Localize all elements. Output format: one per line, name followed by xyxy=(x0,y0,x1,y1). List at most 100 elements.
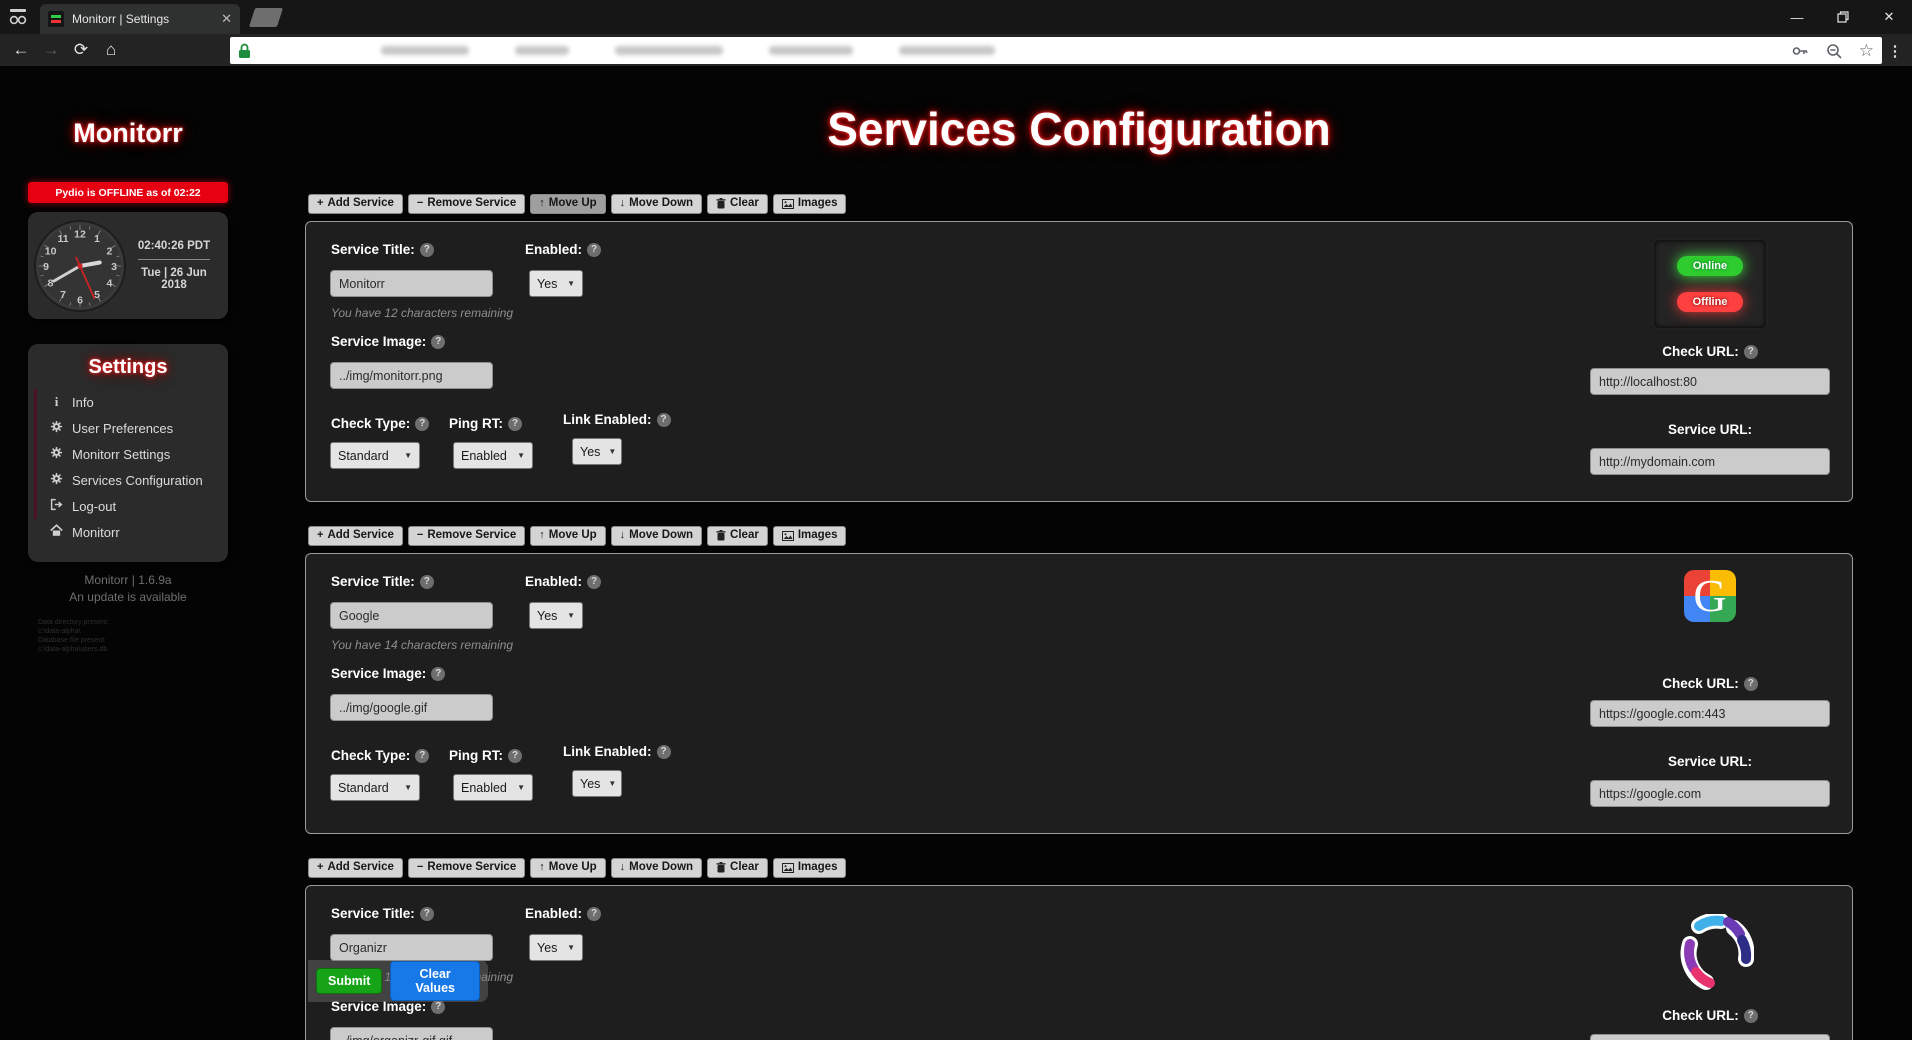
browser-tab[interactable]: Monitorr | Settings ✕ xyxy=(40,4,240,34)
help-icon[interactable]: ? xyxy=(508,748,522,763)
images-button[interactable]: Images xyxy=(772,526,847,546)
link-enabled-select[interactable]: Yes ▼ xyxy=(572,438,622,465)
sidebar-item-monitorr-settings[interactable]: Monitorr Settings xyxy=(37,441,228,467)
menu-label: Monitorr xyxy=(72,524,120,540)
remove-service-button[interactable]: − Remove Service xyxy=(407,858,526,878)
help-icon[interactable]: ? xyxy=(419,574,434,589)
help-icon[interactable]: ? xyxy=(1743,676,1758,691)
enabled-select[interactable]: Yes ▼ xyxy=(529,934,583,961)
help-icon[interactable]: ? xyxy=(656,744,671,759)
arrow-down-icon: ↓ xyxy=(619,197,626,210)
help-icon[interactable]: ? xyxy=(1743,1008,1758,1023)
service-title-label: Service Title:? xyxy=(331,574,434,589)
ping-rt-select[interactable]: Enabled ▼ xyxy=(453,442,533,469)
browser-menu-icon[interactable]: ⋮ xyxy=(1882,37,1908,64)
svg-text:12: 12 xyxy=(74,228,86,240)
add-service-button[interactable]: + Add Service xyxy=(308,194,403,214)
zoom-out-icon[interactable] xyxy=(1825,42,1843,60)
add-service-button[interactable]: + Add Service xyxy=(308,526,403,546)
link-enabled-select[interactable]: Yes ▼ xyxy=(572,770,622,797)
enabled-select[interactable]: Yes ▼ xyxy=(529,270,583,297)
home-button[interactable]: ⌂ xyxy=(98,38,124,62)
move-down-button[interactable]: ↓ Move Down xyxy=(610,858,703,878)
check-type-select[interactable]: Standard ▼ xyxy=(330,442,420,469)
check-url-input[interactable] xyxy=(1590,368,1830,395)
image-icon xyxy=(781,198,794,209)
new-tab-button[interactable] xyxy=(248,8,284,27)
help-icon[interactable]: ? xyxy=(587,574,602,589)
window-close-button[interactable]: ✕ xyxy=(1866,0,1912,34)
service-title-input[interactable] xyxy=(330,934,493,961)
submit-button[interactable]: Submit xyxy=(316,968,383,994)
secure-lock-icon xyxy=(239,43,250,58)
help-icon[interactable]: ? xyxy=(431,666,446,681)
service-url-label: Service URL: xyxy=(1667,422,1753,437)
password-key-icon[interactable] xyxy=(1791,42,1809,60)
service-url-input[interactable] xyxy=(1590,780,1830,807)
help-icon[interactable]: ? xyxy=(1743,344,1758,359)
chevron-down-icon: ▼ xyxy=(608,779,617,788)
svg-text:5: 5 xyxy=(94,288,100,300)
move-up-button[interactable]: ↑ Move Up xyxy=(530,194,606,214)
help-icon[interactable]: ? xyxy=(415,416,430,431)
sidebar-item-services-configuration[interactable]: Services Configuration xyxy=(37,467,228,493)
move-up-button[interactable]: ↑ Move Up xyxy=(530,858,606,878)
sidebar-item-logout[interactable]: Log-out xyxy=(37,493,228,519)
check-url-input[interactable] xyxy=(1590,700,1830,727)
ping-rt-select[interactable]: Enabled ▼ xyxy=(453,774,533,801)
images-button[interactable]: Images xyxy=(772,858,847,878)
service-title-input[interactable] xyxy=(330,602,493,629)
sidebar-item-user-preferences[interactable]: User Preferences xyxy=(37,415,228,441)
clear-button[interactable]: Clear xyxy=(707,194,768,214)
help-icon[interactable]: ? xyxy=(431,334,446,349)
help-icon[interactable]: ? xyxy=(508,416,522,431)
help-icon[interactable]: ? xyxy=(587,242,602,257)
check-url-input[interactable] xyxy=(1590,1034,1830,1040)
bookmark-star-icon[interactable]: ☆ xyxy=(1859,41,1874,61)
clear-button[interactable]: Clear xyxy=(707,858,768,878)
images-button[interactable]: Images xyxy=(772,194,847,214)
remove-service-button[interactable]: − Remove Service xyxy=(407,194,526,214)
service-image-input[interactable] xyxy=(330,694,493,721)
link-enabled-label: Link Enabled:? xyxy=(563,412,671,427)
tab-close-icon[interactable]: ✕ xyxy=(221,11,232,27)
app-title: Monitorr xyxy=(73,118,183,148)
help-icon[interactable]: ? xyxy=(656,412,671,427)
help-icon[interactable]: ? xyxy=(419,242,434,257)
enabled-select[interactable]: Yes ▼ xyxy=(529,602,583,629)
move-down-button[interactable]: ↓ Move Down xyxy=(610,194,703,214)
forward-button[interactable]: → xyxy=(38,38,64,62)
window-restore-button[interactable] xyxy=(1820,0,1866,34)
address-bar[interactable]: ☆ xyxy=(230,37,1882,64)
menu-label: Log-out xyxy=(72,498,117,514)
online-status-button[interactable]: Online xyxy=(1677,256,1743,276)
window-minimize-button[interactable]: — xyxy=(1774,0,1820,34)
menu-label: User Preferences xyxy=(72,420,174,436)
service-title-input[interactable] xyxy=(330,270,493,297)
move-up-button[interactable]: ↑ Move Up xyxy=(530,526,606,546)
trash-icon xyxy=(716,530,726,541)
incognito-icon xyxy=(9,9,27,25)
clear-values-button[interactable]: Clear Values xyxy=(390,961,480,1001)
help-icon[interactable]: ? xyxy=(415,748,430,763)
add-service-button[interactable]: + Add Service xyxy=(308,858,403,878)
service-title-label: Service Title:? xyxy=(331,906,434,921)
service-image-input[interactable] xyxy=(330,362,493,389)
check-url-label: Check URL:? xyxy=(1590,1008,1830,1023)
back-button[interactable]: ← xyxy=(8,38,34,62)
clock-widget: 12 1 2 345 678 9 10 11 02:40:26 PDT Tue | 26… xyxy=(28,212,228,319)
help-icon[interactable]: ? xyxy=(587,906,602,921)
reload-button[interactable]: ⟳ xyxy=(68,38,94,62)
arrow-up-icon: ↑ xyxy=(539,861,545,874)
help-icon[interactable]: ? xyxy=(419,906,434,921)
chevron-down-icon: ▼ xyxy=(567,943,575,952)
remove-service-button[interactable]: − Remove Service xyxy=(407,526,526,546)
check-type-select[interactable]: Standard ▼ xyxy=(330,774,420,801)
service-image-input[interactable] xyxy=(330,1027,493,1040)
clear-button[interactable]: Clear xyxy=(707,526,768,546)
offline-status-button[interactable]: Offline xyxy=(1677,292,1743,312)
sidebar-item-monitorr-home[interactable]: Monitorr xyxy=(37,519,228,545)
sidebar-item-info[interactable]: i Info xyxy=(37,389,228,415)
move-down-button[interactable]: ↓ Move Down xyxy=(610,526,703,546)
service-url-input[interactable] xyxy=(1590,448,1830,475)
